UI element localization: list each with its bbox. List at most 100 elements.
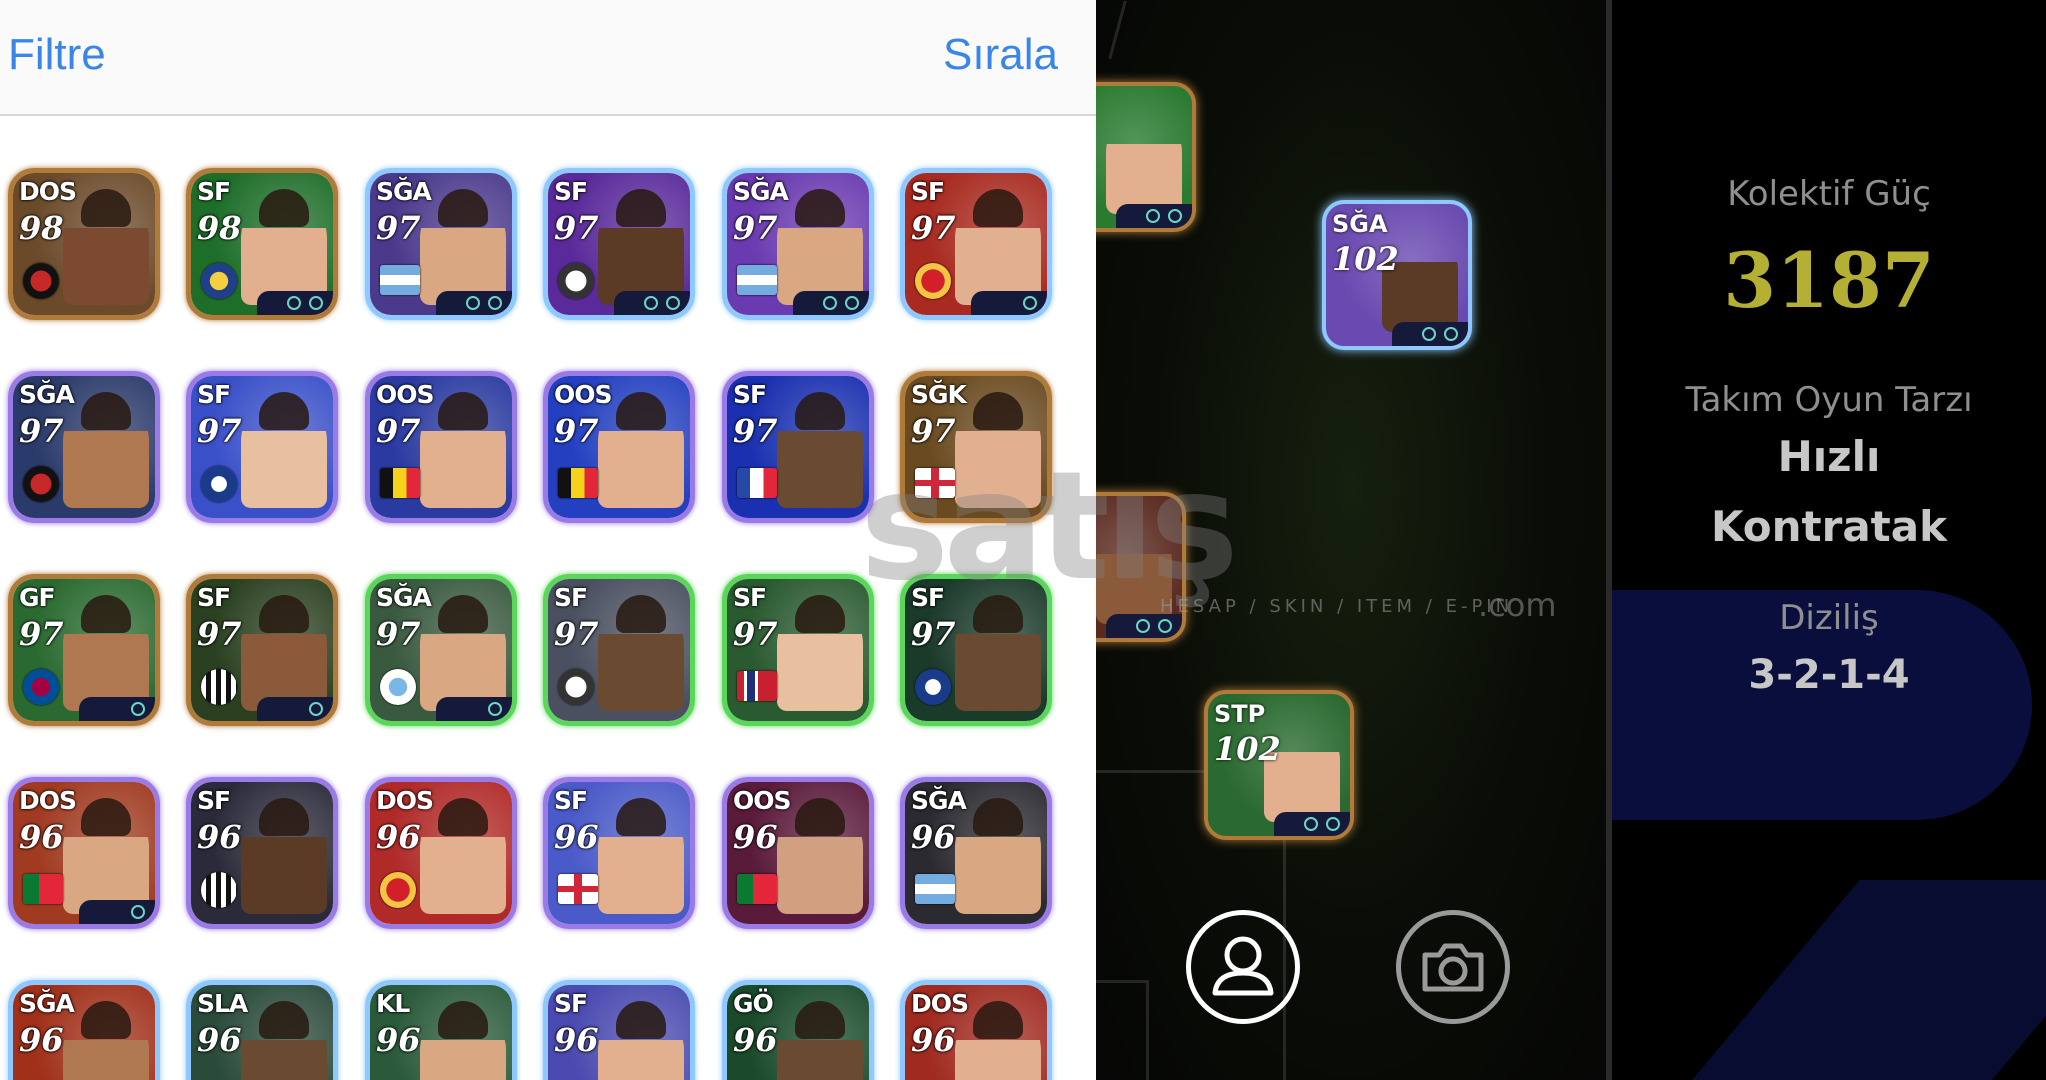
card-rating: 97 [19,412,64,450]
nation-club-badge [558,468,598,498]
skill-tray [79,900,155,924]
player-card[interactable]: SF 97 [900,574,1052,726]
nation-club-badge [558,263,594,299]
card-position: STP [1214,700,1266,728]
booster-icon [287,296,301,310]
pitch-player-card[interactable]: SĞA 102 [1322,200,1472,350]
player-portrait [241,798,327,914]
player-card[interactable]: GF 97 [8,574,160,726]
card-rating: 97 [733,412,778,450]
team-stats-panel: Kolektif Güç 3187 Takım Oyun Tarzı Hızlı… [1612,0,2046,1080]
filter-button[interactable]: Filtre [8,30,106,80]
nation-club-badge [737,468,777,498]
team-playstyle-label: Takım Oyun Tarzı [1685,380,1973,420]
player-portrait [241,189,327,305]
player-portrait [955,798,1041,914]
card-position: SĞA [376,583,432,612]
filter-sort-bar: Filtre Sırala [0,0,1096,116]
player-card[interactable]: SF 97 [722,371,874,523]
booster-icon [466,296,480,310]
player-card[interactable]: SF 97 [186,574,338,726]
formation-value: 3-2-1-4 [1748,652,1910,698]
booster-icon [1023,296,1037,310]
player-card[interactable]: SF 98 [186,168,338,320]
card-position: SF [197,786,231,815]
camera-button[interactable] [1396,910,1510,1024]
booster-icon [1444,327,1458,341]
card-rating: 97 [554,412,599,450]
player-card[interactable]: SF 97 [543,168,695,320]
card-rating: 97 [197,412,242,450]
person-icon [1212,936,1274,996]
nation-club-badge [737,265,777,295]
player-card[interactable]: KL 96 [365,980,517,1080]
nation-club-badge [380,468,420,498]
player-card[interactable]: SF 97 [186,371,338,523]
player-card[interactable]: SF 97 [900,168,1052,320]
skill-tray [1106,614,1182,638]
player-card[interactable]: SF 97 [543,574,695,726]
player-portrait [1096,524,1172,624]
player-portrait [598,798,684,914]
nation-club-badge [380,669,416,705]
skill-tray [1116,204,1192,228]
profile-button[interactable] [1186,910,1300,1024]
player-portrait [63,798,149,914]
player-card[interactable]: SĞA 97 [365,574,517,726]
card-position: DOS [19,786,77,815]
card-position: SF [197,380,231,409]
player-card[interactable]: SĞA 97 [8,371,160,523]
card-position: SĞA [733,177,789,206]
player-card[interactable]: SF 96 [186,777,338,929]
team-playstyle-value-2: Kontratak [1710,502,1948,551]
card-rating: 96 [376,818,421,856]
camera-icon [1422,943,1484,992]
pitch-player-card[interactable] [1096,82,1196,232]
player-portrait [955,392,1041,508]
booster-icon [1422,327,1436,341]
nation-club-badge [915,669,951,705]
player-card[interactable]: OOS 97 [543,371,695,523]
booster-icon [1168,209,1182,223]
booster-icon [309,702,323,716]
collective-power-value: 3187 [1723,236,1935,325]
nation-club-badge [558,874,598,904]
nation-club-badge [737,671,777,701]
player-card[interactable]: SĞA 97 [722,168,874,320]
player-card[interactable]: SF 96 [543,980,695,1080]
card-position: OOS [733,786,792,815]
card-position: SF [197,583,231,612]
player-portrait [420,798,506,914]
formation-label: Diziliş [1779,598,1879,638]
player-card[interactable]: DOS 98 [8,168,160,320]
skill-tray [614,291,690,315]
skill-tray [257,291,333,315]
player-card[interactable]: SĞA 96 [8,980,160,1080]
player-card[interactable]: DOS 96 [365,777,517,929]
player-card[interactable]: OOS 97 [365,371,517,523]
player-card[interactable]: GÖ 96 [722,980,874,1080]
booster-icon [488,296,502,310]
booster-icon [131,702,145,716]
card-rating: 97 [554,209,599,247]
player-card[interactable]: SĞK 97 [900,371,1052,523]
player-card[interactable]: DOS 96 [8,777,160,929]
player-card[interactable]: DOS 96 [900,980,1052,1080]
nation-club-badge [23,669,59,705]
player-card[interactable]: OOS 96 [722,777,874,929]
card-position: SF [554,989,588,1018]
player-card[interactable]: SĞA 96 [900,777,1052,929]
pitch-player-card[interactable]: STP 102 [1204,690,1354,840]
pitch-player-card[interactable] [1096,492,1186,642]
player-portrait [955,595,1041,711]
player-card[interactable]: SĞA 97 [365,168,517,320]
card-rating: 97 [554,615,599,653]
card-rating: 97 [733,209,778,247]
sort-button[interactable]: Sırala [943,30,1058,80]
player-card[interactable]: SF 97 [722,574,874,726]
player-card[interactable]: SLA 96 [186,980,338,1080]
card-rating: 102 [1332,240,1399,278]
card-rating: 97 [911,209,956,247]
player-card[interactable]: SF 96 [543,777,695,929]
card-rating: 96 [911,818,956,856]
